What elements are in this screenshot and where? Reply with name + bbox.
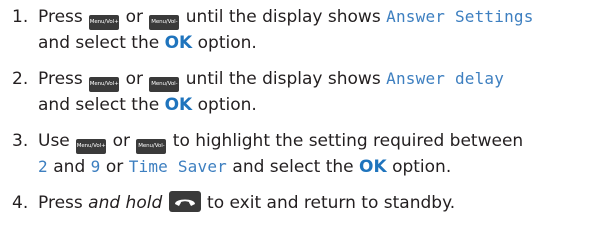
step-1: 1. Press Menu/Vol+ or Menu/Vol- until th… (12, 4, 598, 56)
step-number: 4. (12, 193, 29, 213)
display-value-max: 9 (90, 157, 101, 176)
ok-option: OK (164, 95, 193, 115)
menu-vol-down-key-icon: Menu/Vol- (149, 77, 180, 92)
ok-option: OK (359, 157, 387, 177)
step-number: 2. (12, 69, 29, 89)
display-text: Answer Settings (386, 7, 534, 26)
menu-vol-up-key-icon: Menu/Vol+ (76, 139, 107, 154)
step-3: 3. Use Menu/Vol+ or Menu/Vol- to highlig… (12, 128, 598, 180)
instruction-steps: 1. Press Menu/Vol+ or Menu/Vol- until th… (12, 0, 598, 226)
emphasis-text: and hold (88, 193, 163, 213)
step-text: Use Menu/Vol+ or Menu/Vol- to highlight … (38, 131, 524, 177)
step-text: Press and hold to exit and return to sta… (38, 191, 456, 213)
hang-up-phone-icon (168, 191, 201, 212)
menu-vol-down-key-icon: Menu/Vol- (136, 139, 167, 154)
step-text: Press Menu/Vol+ or Menu/Vol- until the d… (38, 69, 505, 115)
display-value-alt: Time Saver (128, 157, 228, 176)
menu-vol-up-key-icon: Menu/Vol+ (89, 15, 120, 30)
menu-vol-up-key-icon: Menu/Vol+ (89, 77, 120, 92)
step-number: 1. (12, 7, 29, 27)
step-number: 3. (12, 131, 29, 151)
ok-option: OK (164, 33, 193, 53)
menu-vol-down-key-icon: Menu/Vol- (149, 15, 180, 30)
instruction-page: 1. Press Menu/Vol+ or Menu/Vol- until th… (0, 0, 600, 248)
step-text: Press Menu/Vol+ or Menu/Vol- until the d… (38, 7, 534, 53)
step-4: 4. Press and hold to exit and return to … (12, 190, 598, 216)
display-text: Answer delay (386, 69, 505, 88)
step-2: 2. Press Menu/Vol+ or Menu/Vol- until th… (12, 66, 598, 118)
display-value-min: 2 (38, 157, 48, 176)
